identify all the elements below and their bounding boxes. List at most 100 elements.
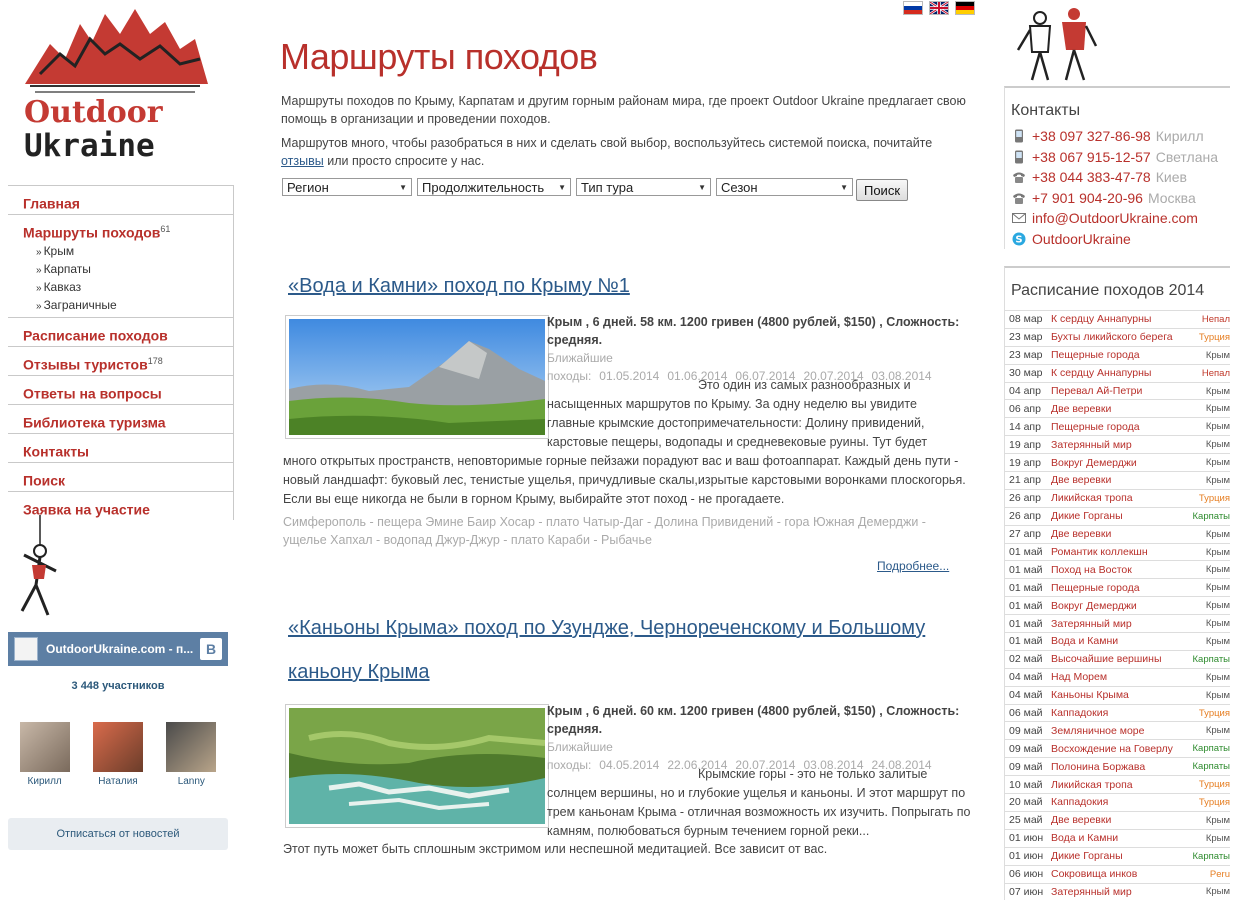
schedule-row[interactable]: 26 апрДикие ГорганыКарпаты <box>1005 507 1230 525</box>
schedule-row[interactable]: 25 майДве веревкиКрым <box>1005 811 1230 829</box>
schedule-row[interactable]: 01 майВокруг ДемерджиКрым <box>1005 596 1230 614</box>
reviews-link[interactable]: отзывы <box>281 154 324 168</box>
contact-row[interactable]: +38 097 327-86-98Кирилл <box>1005 126 1230 147</box>
schedule-tour-link[interactable]: Вокруг Демерджи <box>1051 600 1182 612</box>
schedule-row[interactable]: 06 июнСокровища инковPeru <box>1005 865 1230 883</box>
schedule-tour-link[interactable]: К сердцу Аннапурны <box>1051 367 1182 379</box>
tour-title-link[interactable]: «Вода и Камни» поход по Крыму №1 <box>288 264 978 308</box>
schedule-tour-link[interactable]: Затерянный мир <box>1051 886 1182 898</box>
nav-item-library[interactable]: Библиотека туризма <box>8 404 234 433</box>
schedule-row[interactable]: 26 апрЛикийская тропаТурция <box>1005 489 1230 507</box>
more-details-link[interactable]: Подробнее... <box>877 559 949 573</box>
subnav-item-carpathians[interactable]: Карпаты <box>36 261 233 279</box>
schedule-tour-link[interactable]: Каппадокия <box>1051 796 1182 808</box>
contact-row[interactable]: S OutdoorUkraine <box>1005 229 1230 250</box>
schedule-row[interactable]: 01 майЗатерянный мирКрым <box>1005 614 1230 632</box>
subnav-item-caucasus[interactable]: Кавказ <box>36 279 233 297</box>
schedule-row[interactable]: 04 майНад МоремКрым <box>1005 668 1230 686</box>
schedule-tour-link[interactable]: Романтик коллекшн <box>1051 546 1182 558</box>
schedule-tour-link[interactable]: Земляничное море <box>1051 725 1182 737</box>
flag-uk-icon[interactable] <box>929 1 949 15</box>
region-select[interactable]: Регион▼ <box>282 178 412 196</box>
schedule-tour-link[interactable]: Сокровища инков <box>1051 868 1182 880</box>
schedule-tour-link[interactable]: Каньоны Крыма <box>1051 689 1182 701</box>
vk-member[interactable]: Lanny <box>165 722 217 787</box>
schedule-row[interactable]: 04 майКаньоны КрымаКрым <box>1005 686 1230 704</box>
schedule-row[interactable]: 19 апрЗатерянный мирКрым <box>1005 435 1230 453</box>
duration-select[interactable]: Продолжительность▼ <box>417 178 571 196</box>
schedule-row[interactable]: 08 марК сердцу АннапурныНепал <box>1005 310 1230 328</box>
tour-type-select[interactable]: Тип тура▼ <box>576 178 711 196</box>
search-button[interactable]: Поиск <box>856 179 908 201</box>
nav-item-home[interactable]: Главная <box>8 185 234 214</box>
schedule-row[interactable]: 07 июнЗатерянный мирКрым <box>1005 883 1230 900</box>
schedule-tour-link[interactable]: Над Морем <box>1051 671 1182 683</box>
schedule-tour-link[interactable]: Ликийская тропа <box>1051 492 1182 504</box>
schedule-tour-link[interactable]: Вокруг Демерджи <box>1051 457 1182 469</box>
schedule-tour-link[interactable]: Восхождение на Говерлу <box>1051 743 1182 755</box>
contact-row[interactable]: +38 067 915-12-57Светлана <box>1005 147 1230 168</box>
schedule-tour-link[interactable]: К сердцу Аннапурны <box>1051 313 1182 325</box>
schedule-tour-link[interactable]: Бухты ликийского берега <box>1051 331 1182 343</box>
nav-item-routes[interactable]: Маршруты походов61 <box>8 214 234 243</box>
schedule-row[interactable]: 23 марПещерные городаКрым <box>1005 346 1230 364</box>
schedule-row[interactable]: 01 майПещерные городаКрым <box>1005 578 1230 596</box>
tour-photo[interactable] <box>285 704 549 828</box>
schedule-tour-link[interactable]: Дикие Горганы <box>1051 850 1182 862</box>
flag-russia-icon[interactable] <box>903 1 923 15</box>
vk-group-name[interactable]: OutdoorUkraine.com - п... <box>46 642 193 656</box>
site-logo[interactable]: Outdoor Ukraine <box>20 4 210 164</box>
nav-item-schedule[interactable]: Расписание походов <box>8 317 234 346</box>
schedule-tour-link[interactable]: Поход на Восток <box>1051 564 1182 576</box>
flag-germany-icon[interactable] <box>955 1 975 15</box>
schedule-tour-link[interactable]: Две веревки <box>1051 403 1182 415</box>
schedule-tour-link[interactable]: Полонина Боржава <box>1051 761 1182 773</box>
schedule-row[interactable]: 06 апрДве веревкиКрым <box>1005 399 1230 417</box>
schedule-row[interactable]: 01 июнДикие ГорганыКарпаты <box>1005 847 1230 865</box>
schedule-row[interactable]: 01 июнВода и КамниКрым <box>1005 829 1230 847</box>
contact-row[interactable]: +38 044 383-47-78Киев <box>1005 167 1230 188</box>
schedule-row[interactable]: 04 апрПеревал Ай-ПетриКрым <box>1005 382 1230 400</box>
schedule-tour-link[interactable]: Перевал Ай-Петри <box>1051 385 1182 397</box>
schedule-row[interactable]: 23 марБухты ликийского берегаТурция <box>1005 328 1230 346</box>
schedule-row[interactable]: 06 майКаппадокияТурция <box>1005 704 1230 722</box>
schedule-tour-link[interactable]: Две веревки <box>1051 528 1182 540</box>
schedule-tour-link[interactable]: Высочайшие вершины <box>1051 653 1182 665</box>
contact-row[interactable]: +7 901 904-20-96Москва <box>1005 188 1230 209</box>
schedule-row[interactable]: 01 майПоход на ВостокКрым <box>1005 560 1230 578</box>
schedule-row[interactable]: 02 майВысочайшие вершиныКарпаты <box>1005 650 1230 668</box>
schedule-tour-link[interactable]: Пещерные города <box>1051 582 1182 594</box>
nav-item-search[interactable]: Поиск <box>8 462 234 491</box>
schedule-row[interactable]: 14 апрПещерные городаКрым <box>1005 417 1230 435</box>
vk-unsubscribe-button[interactable]: Отписаться от новостей <box>8 818 228 850</box>
subnav-item-abroad[interactable]: Заграничные <box>36 297 233 315</box>
vk-member[interactable]: Кирилл <box>19 722 71 787</box>
vk-widget-header[interactable]: OutdoorUkraine.com - п... В <box>8 632 228 666</box>
schedule-tour-link[interactable]: Каппадокия <box>1051 707 1182 719</box>
schedule-tour-link[interactable]: Пещерные города <box>1051 421 1182 433</box>
subnav-item-crimea[interactable]: Крым <box>36 243 233 261</box>
schedule-tour-link[interactable]: Две веревки <box>1051 474 1182 486</box>
schedule-tour-link[interactable]: Дикие Горганы <box>1051 510 1182 522</box>
schedule-row[interactable]: 21 апрДве веревкиКрым <box>1005 471 1230 489</box>
nav-item-faq[interactable]: Ответы на вопросы <box>8 375 234 404</box>
nav-item-contacts[interactable]: Контакты <box>8 433 234 462</box>
schedule-tour-link[interactable]: Ликийская тропа <box>1051 779 1182 791</box>
schedule-row[interactable]: 20 майКаппадокияТурция <box>1005 793 1230 811</box>
schedule-row[interactable]: 01 майВода и КамниКрым <box>1005 632 1230 650</box>
schedule-row[interactable]: 27 апрДве веревкиКрым <box>1005 525 1230 543</box>
schedule-tour-link[interactable]: Затерянный мир <box>1051 439 1182 451</box>
schedule-row[interactable]: 30 марК сердцу АннапурныНепал <box>1005 364 1230 382</box>
tour-title-link[interactable]: «Каньоны Крыма» поход по Узундже, Чернор… <box>288 606 968 694</box>
vk-member[interactable]: Наталия <box>92 722 144 787</box>
nav-item-reviews[interactable]: Отзывы туристов178 <box>8 346 234 375</box>
schedule-tour-link[interactable]: Затерянный мир <box>1051 618 1182 630</box>
schedule-tour-link[interactable]: Вода и Камни <box>1051 635 1182 647</box>
schedule-row[interactable]: 19 апрВокруг ДемерджиКрым <box>1005 453 1230 471</box>
schedule-row[interactable]: 01 майРомантик коллекшнКрым <box>1005 543 1230 561</box>
schedule-row[interactable]: 09 майВосхождение на ГоверлуКарпаты <box>1005 739 1230 757</box>
schedule-row[interactable]: 10 майЛикийская тропаТурция <box>1005 775 1230 793</box>
tour-photo[interactable] <box>285 315 549 439</box>
contact-row[interactable]: info@OutdoorUkraine.com <box>1005 208 1230 229</box>
schedule-tour-link[interactable]: Две веревки <box>1051 814 1182 826</box>
